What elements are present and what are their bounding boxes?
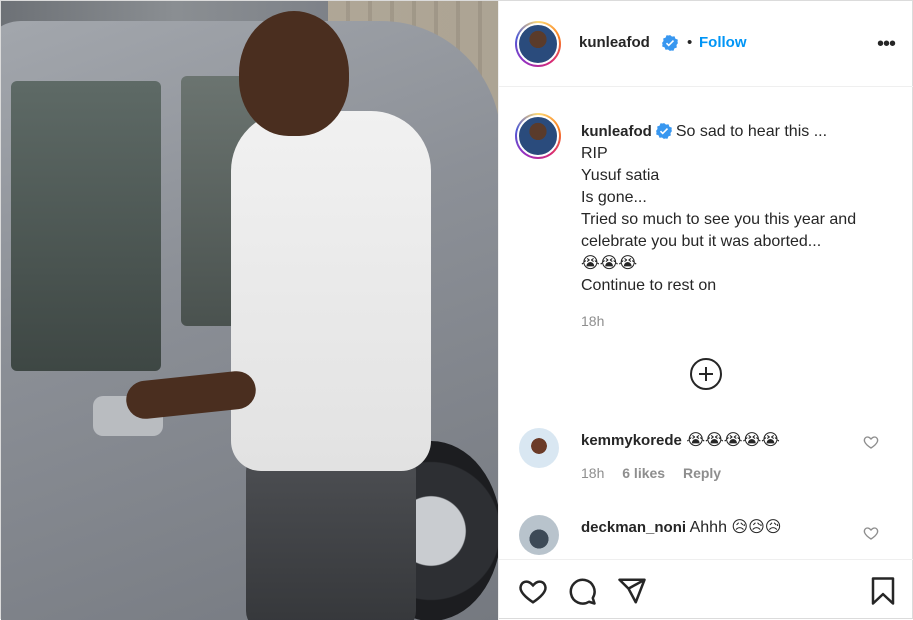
comment-time[interactable]: 18h	[581, 465, 604, 481]
post-sidebar: kunleafod • Follow ••• kunleafod So sad …	[498, 1, 913, 620]
bookmark-icon[interactable]	[868, 576, 898, 606]
load-more-icon[interactable]	[690, 358, 722, 390]
comment-likes[interactable]: 6 likes	[622, 465, 665, 481]
caption-line: Continue to rest on	[581, 277, 717, 294]
photo-person-body	[231, 111, 431, 471]
post-photo[interactable]	[1, 1, 498, 620]
comment-body: 😭😭😭😭😭	[686, 432, 780, 449]
post-header: kunleafod • Follow •••	[499, 1, 913, 87]
verified-badge-icon	[662, 35, 678, 51]
author-avatar[interactable]	[515, 21, 561, 67]
action-bar	[499, 559, 913, 620]
caption-line: RIP	[581, 145, 608, 162]
heart-icon[interactable]	[518, 576, 548, 606]
caption-timestamp[interactable]: 18h	[581, 313, 604, 329]
comment-meta: 18h 6 likes Reply	[581, 465, 735, 481]
header-separator: •	[687, 34, 693, 51]
comment-avatar[interactable]	[519, 515, 559, 555]
comment-icon[interactable]	[567, 576, 597, 606]
comment-username[interactable]: kemmykorede	[581, 432, 682, 449]
photo-person-head	[239, 11, 349, 136]
verified-badge-icon	[655, 123, 672, 139]
caption-emoji-line: 😭😭😭	[581, 255, 638, 272]
author-username[interactable]: kunleafod	[579, 34, 650, 51]
reply-button[interactable]: Reply	[683, 465, 721, 481]
comment-avatar[interactable]	[519, 428, 559, 468]
heart-icon[interactable]	[863, 434, 879, 450]
share-icon[interactable]	[617, 576, 647, 606]
caption-username[interactable]: kunleafod	[581, 123, 652, 140]
comment: kemmykorede 😭😭😭😭😭 18h 6 likes Reply	[515, 428, 899, 488]
comment-body: Ahhh 😥😥😥	[689, 519, 782, 536]
heart-icon[interactable]	[863, 525, 879, 541]
comment-text: deckman_noni Ahhh 😥😥😥	[581, 517, 861, 539]
photo-car-window	[11, 81, 161, 371]
caption-line: Is gone...	[581, 189, 647, 206]
caption-avatar-image	[517, 115, 559, 157]
follow-button[interactable]: Follow	[699, 34, 747, 51]
comment-text: kemmykorede 😭😭😭😭😭	[581, 430, 861, 452]
comment-username[interactable]: deckman_noni	[581, 519, 686, 536]
post-dialog: kunleafod • Follow ••• kunleafod So sad …	[0, 0, 913, 620]
caption-avatar[interactable]	[515, 113, 561, 159]
author-avatar-image	[517, 23, 559, 65]
caption-first-line: So sad to hear this ...	[675, 123, 828, 140]
more-options-icon[interactable]: •••	[873, 31, 899, 57]
caption-line: Tried so much to see you this year and c…	[581, 211, 857, 250]
caption-line: Yusuf satia	[581, 167, 660, 184]
caption-text: kunleafod So sad to hear this ... RIP Yu…	[581, 121, 901, 297]
photo-person-legs	[246, 451, 416, 620]
